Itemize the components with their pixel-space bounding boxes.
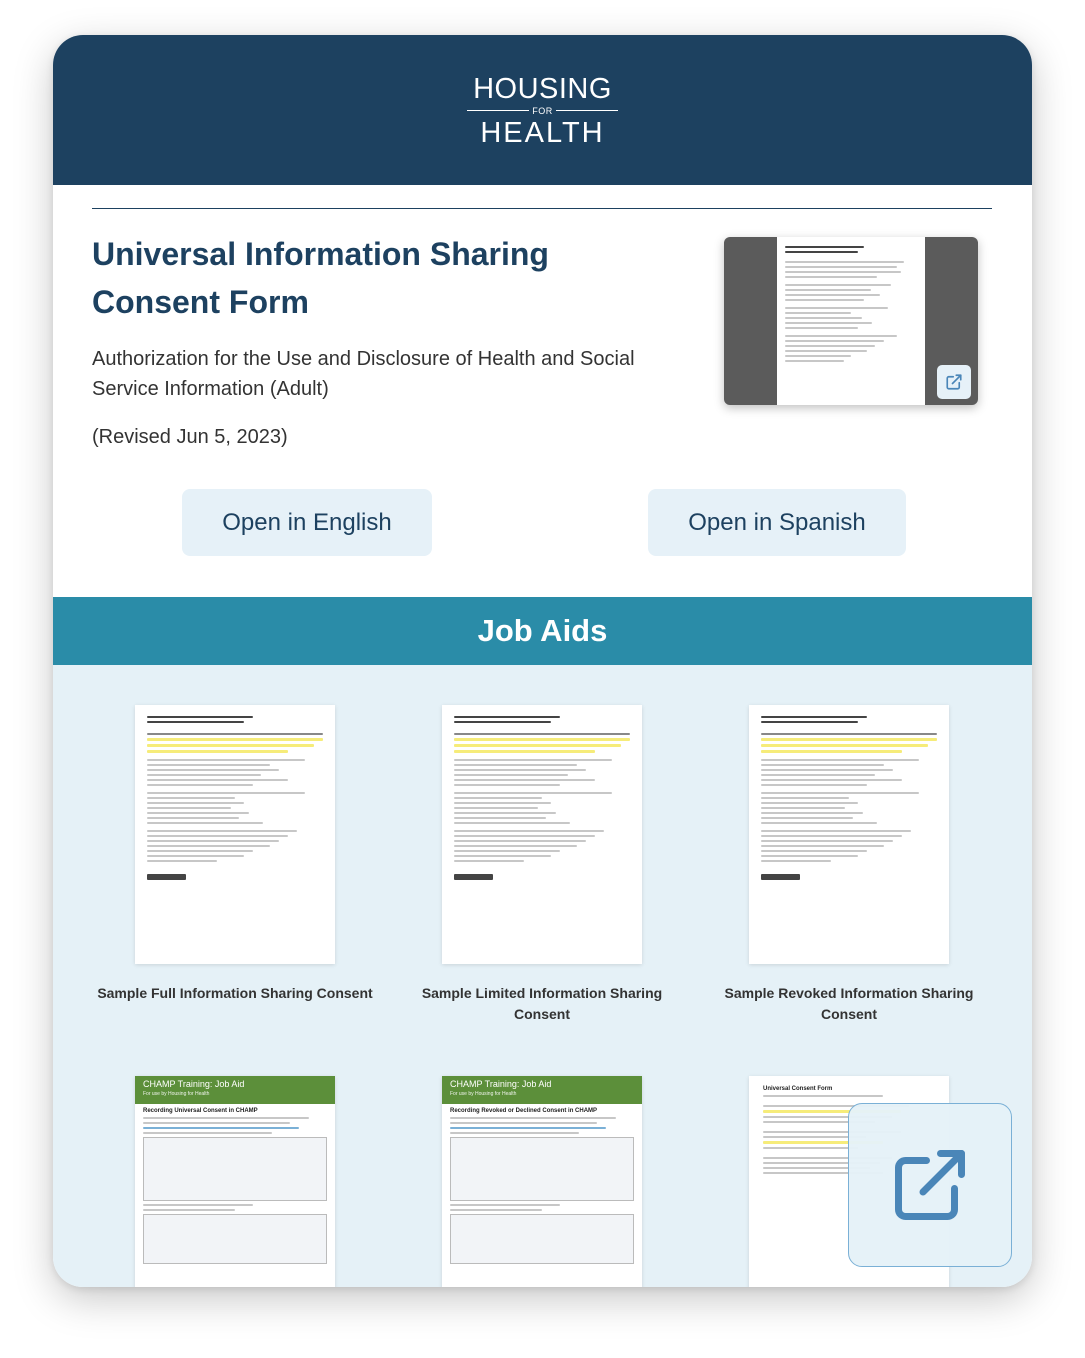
revised-date: (Revised Jun 5, 2023) bbox=[92, 426, 288, 448]
external-link-icon bbox=[895, 1150, 965, 1220]
form-preview-thumbnail[interactable] bbox=[724, 237, 978, 405]
logo-rule-right bbox=[556, 110, 618, 111]
job-aid-thumbnail[interactable] bbox=[749, 705, 949, 964]
section-divider bbox=[92, 208, 992, 209]
logo-text-middle: FOR bbox=[532, 106, 553, 116]
external-link-icon bbox=[946, 374, 962, 390]
champ-training-thumbnail-revoked[interactable]: CHAMP Training: Job Aid For use by Housin… bbox=[442, 1076, 642, 1287]
job-aid-label[interactable]: Sample Limited Information Sharing Conse… bbox=[392, 983, 692, 1025]
logo-text-top: HOUSING bbox=[473, 73, 612, 105]
site-header: HOUSING FOR HEALTH bbox=[53, 35, 1032, 185]
champ-job-aid-title: Recording Universal Consent in CHAMP bbox=[143, 1108, 258, 1114]
job-aid-thumbnail[interactable] bbox=[442, 705, 642, 964]
app-frame: HOUSING FOR HEALTH Universal Information… bbox=[53, 35, 1032, 1287]
consent-guide-title: Universal Consent Form bbox=[763, 1086, 833, 1092]
form-preview-page bbox=[777, 237, 925, 405]
form-subtitle: Authorization for the Use and Disclosure… bbox=[92, 348, 635, 400]
job-aids-heading: Job Aids bbox=[53, 597, 1032, 665]
form-title: Universal Information Sharing Consent Fo… bbox=[92, 236, 549, 320]
job-aid-label[interactable]: Sample Revoked Information Sharing Conse… bbox=[699, 983, 999, 1025]
champ-training-thumbnail-consent[interactable]: CHAMP Training: Job Aid For use by Housin… bbox=[135, 1076, 335, 1287]
open-in-english-button[interactable]: Open in English bbox=[182, 489, 432, 556]
open-in-spanish-button[interactable]: Open in Spanish bbox=[648, 489, 906, 556]
champ-job-aid-header: CHAMP Training: Job Aid For use by Housin… bbox=[135, 1076, 335, 1104]
champ-job-aid-title: Recording Revoked or Declined Consent in… bbox=[450, 1108, 598, 1114]
logo-rule-left bbox=[467, 110, 529, 111]
housing-for-health-logo[interactable]: HOUSING FOR HEALTH bbox=[465, 73, 620, 149]
open-document-button[interactable] bbox=[848, 1103, 1012, 1267]
open-preview-button[interactable] bbox=[937, 365, 971, 399]
job-aid-label[interactable]: Sample Full Information Sharing Consent bbox=[85, 983, 385, 1004]
logo-for-row: FOR bbox=[465, 104, 620, 118]
champ-job-aid-header: CHAMP Training: Job Aid For use by Housin… bbox=[442, 1076, 642, 1104]
job-aid-thumbnail[interactable] bbox=[135, 705, 335, 964]
logo-text-bottom: HEALTH bbox=[480, 117, 605, 149]
